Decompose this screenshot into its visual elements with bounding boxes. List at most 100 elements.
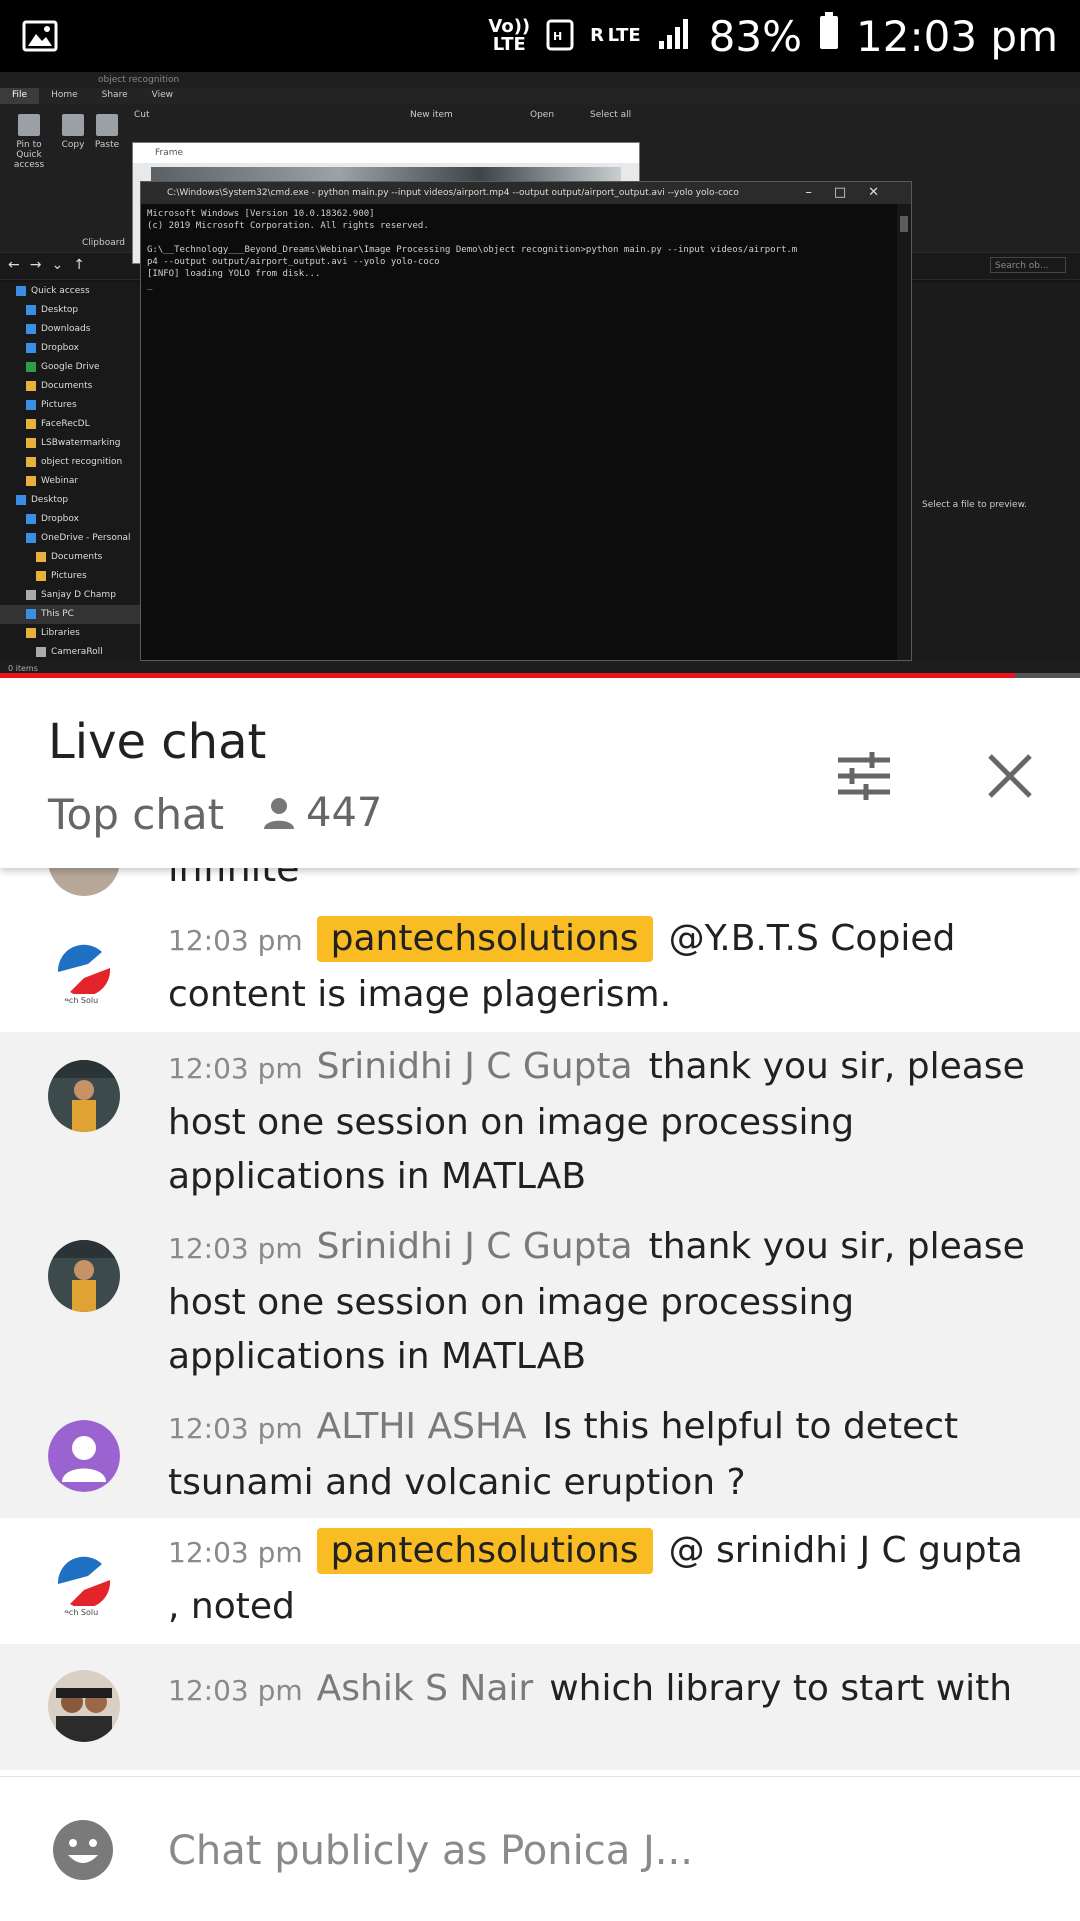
signal-icon [657,12,693,61]
chat-message[interactable]: ech Solu 12:03 pm pantechsolutions @Y.B.T.… [0,906,1080,1032]
explorer-nav-label: OneDrive - Personal [41,533,131,543]
owner-badge[interactable]: pantechsolutions [316,1528,653,1574]
folder-icon [26,608,36,619]
folder-icon [26,456,36,467]
message-author[interactable]: Ashik S Nair [317,1668,534,1709]
avatar: ech Solu [48,934,120,1006]
explorer-nav-label: Quick access [31,286,90,296]
avatar [48,1420,120,1492]
cut-button: Cut [134,110,150,120]
explorer-nav-label: Dropbox [41,514,79,524]
folder-icon [26,361,36,372]
folder-icon [26,513,36,524]
frame-title: Frame [133,143,639,163]
tune-icon [838,752,890,800]
explorer-nav-label: Desktop [31,495,69,505]
folder-icon [26,418,36,429]
live-chat-header: Live chat Top chat 447 [0,678,1080,868]
explorer-nav-item: Documents [0,548,140,567]
explorer-tab-share: Share [101,90,128,100]
explorer-nav-label: Documents [41,381,93,391]
explorer-nav-label: CameraRoll [51,647,103,657]
explorer-nav-item: Dropbox [0,510,140,529]
message-text: infinite [168,868,300,890]
explorer-nav-label: Dropbox [41,343,79,353]
clock: 12:03 pm [856,11,1058,61]
svg-text:ech Solu: ech Solu [64,1608,98,1617]
chat-input[interactable] [168,1821,1028,1881]
explorer-tab-view: View [151,90,173,100]
clipboard-group-label: Clipboard [82,238,125,248]
paste-button: Paste [92,114,122,150]
explorer-nav-item: Webinar [0,472,140,491]
person-icon [264,798,294,829]
message-author[interactable]: Srinidhi J C Gupta [317,1226,633,1267]
battery-percent: 83% [708,11,803,61]
explorer-nav-label: Sanjay D Champ [41,590,116,600]
chat-message[interactable]: 12:03 pm Srinidhi J C Gupta thank you sir,… [0,1212,1080,1392]
explorer-nav-item: Google Drive [0,358,140,377]
nav-arrows-icon: ←→⌄↑ [8,257,95,273]
chat-message[interactable]: 12:03 pm ALTHI ASHA Is this helpful to det… [0,1392,1080,1518]
message-author[interactable]: Srinidhi J C Gupta [317,1046,633,1087]
chat-message[interactable]: ech Solu 12:03 pm pantechsolutions @ srini… [0,1518,1080,1644]
explorer-search: Search ob... [990,257,1066,273]
explorer-nav-label: Libraries [41,628,80,638]
folder-icon [36,646,46,657]
explorer-nav-item: Pictures [0,567,140,586]
chat-message-partial: infinite [0,868,1080,906]
hd-icon: H [546,12,574,61]
chat-close-button[interactable] [982,748,1038,804]
folder-icon [16,285,26,296]
select-all-button: Select all [590,110,632,120]
avatar [48,1670,120,1742]
chat-message[interactable]: 12:03 pm Srinidhi J C Gupta thank you sir,… [0,1032,1080,1212]
chat-message[interactable]: 12:03 pm Ashik S Nair which library to sta… [0,1644,1080,1770]
video-player[interactable]: object recognition File Home Share View … [0,72,1080,677]
explorer-nav-item: Downloads [0,320,140,339]
message-time: 12:03 pm [168,1232,303,1265]
avatar [48,1240,120,1312]
chat-title: Live chat [48,714,267,770]
explorer-nav-item: Desktop [0,301,140,320]
folder-icon [26,323,36,334]
folder-icon [26,399,36,410]
avatar [48,868,120,896]
folder-icon [26,627,36,638]
svg-text:H: H [553,30,562,43]
explorer-title: object recognition [0,72,1080,88]
explorer-nav-item: Dropbox [0,339,140,358]
svg-text:ech Solu: ech Solu [64,996,98,1005]
chat-filter-button[interactable] [836,748,892,804]
message-author[interactable]: ALTHI ASHA [317,1406,527,1447]
explorer-nav-item: Pictures [0,396,140,415]
explorer-nav-item: LSBwatermarking [0,434,140,453]
volte-indicator: Vo)) LTE [488,16,531,55]
network-type: R LTE [590,25,641,46]
explorer-nav-item: object recognition [0,453,140,472]
message-time: 12:03 pm [168,1536,303,1569]
explorer-nav-label: Desktop [41,305,79,315]
explorer-nav-label: Documents [51,552,103,562]
explorer-tab-file: File [0,88,40,104]
explorer-nav-label: Google Drive [41,362,100,372]
explorer-nav-label: LSBwatermarking [41,438,121,448]
chat-mode-selector[interactable]: Top chat [48,790,224,839]
cmd-title: C:\Windows\System32\cmd.exe - python mai… [141,182,911,204]
folder-icon [26,342,36,353]
explorer-nav-label: Pictures [51,571,87,581]
pin-button: Pin to Quick access [6,114,52,170]
explorer-nav-item: FaceRecDL [0,415,140,434]
owner-badge[interactable]: pantechsolutions [316,916,653,962]
battery-icon [818,11,840,61]
viewer-count: 447 [262,790,382,836]
folder-icon [16,494,26,505]
emoji-button[interactable] [52,1819,114,1881]
explorer-nav-label: FaceRecDL [41,419,90,429]
avatar [48,1060,120,1132]
explorer-nav-item: Sanjay D Champ [0,586,140,605]
explorer-nav-label: Pictures [41,400,77,410]
chat-message-list[interactable]: infinite ech Solu 12:03 pm pantechsolutio… [0,868,1080,1770]
folder-icon [26,589,36,600]
close-icon [988,754,1032,798]
